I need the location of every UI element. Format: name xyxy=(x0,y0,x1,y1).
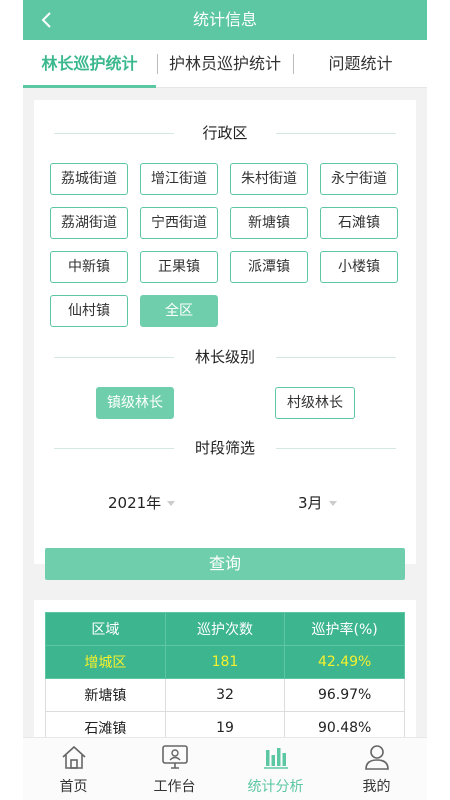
table-header-row: 区域 巡护次数 巡护率(%) xyxy=(45,612,405,646)
caret-down-icon xyxy=(167,501,176,506)
workbench-icon xyxy=(162,745,188,769)
table-cell: 181 xyxy=(164,645,286,679)
district-chip[interactable]: 朱村街道 xyxy=(230,163,308,195)
column-header: 巡护次数 xyxy=(164,612,286,646)
table-row-total: 增城区 181 42.49% xyxy=(45,645,405,679)
level-chip-town[interactable]: 镇级林长 xyxy=(96,387,174,419)
caret-down-icon xyxy=(328,501,337,506)
table-cell: 新塘镇 xyxy=(45,678,166,712)
district-chip[interactable]: 荔湖街道 xyxy=(50,207,128,239)
month-value: 3月 xyxy=(298,494,323,512)
period-section-title: 时段筛选 xyxy=(34,437,416,459)
table-row: 新塘镇 32 96.97% xyxy=(45,678,405,712)
top-header: 统计信息 xyxy=(23,0,427,40)
district-chip[interactable]: 正果镇 xyxy=(140,251,218,283)
level-section-title: 林长级别 xyxy=(34,346,416,368)
district-section-title: 行政区 xyxy=(34,122,416,144)
district-chip-all[interactable]: 全区 xyxy=(140,295,218,327)
nav-workbench[interactable]: 工作台 xyxy=(124,738,225,800)
bottom-nav: 首页 工作台 统计分析 我的 xyxy=(23,737,427,800)
district-chip[interactable]: 增江街道 xyxy=(140,163,218,195)
district-chip[interactable]: 荔城街道 xyxy=(50,163,128,195)
app-screen: 统计信息 林长巡护统计 护林员巡护统计 问题统计 行政区 荔城街道 增江街道 朱… xyxy=(23,0,427,800)
tab-leader-patrol[interactable]: 林长巡护统计 xyxy=(23,40,156,88)
tab-bar: 林长巡护统计 护林员巡护统计 问题统计 xyxy=(23,40,427,88)
table-cell: 42.49% xyxy=(284,645,405,679)
table-cell: 32 xyxy=(164,678,286,712)
district-chip[interactable]: 永宁街道 xyxy=(320,163,398,195)
column-header: 巡护率(%) xyxy=(284,612,405,646)
bar-chart-icon xyxy=(264,748,288,769)
district-chip[interactable]: 石滩镇 xyxy=(320,207,398,239)
district-chip[interactable]: 仙村镇 xyxy=(50,295,128,327)
tab-issue-stats[interactable]: 问题统计 xyxy=(294,40,427,88)
nav-analytics[interactable]: 统计分析 xyxy=(225,738,326,800)
district-chip[interactable]: 小楼镇 xyxy=(320,251,398,283)
district-chip[interactable]: 派潭镇 xyxy=(230,251,308,283)
district-chip[interactable]: 宁西街道 xyxy=(140,207,218,239)
district-chip[interactable]: 新塘镇 xyxy=(230,207,308,239)
nav-mine[interactable]: 我的 xyxy=(326,738,427,800)
nav-home[interactable]: 首页 xyxy=(23,738,124,800)
tab-ranger-patrol[interactable]: 护林员巡护统计 xyxy=(158,40,292,88)
level-chip-village[interactable]: 村级林长 xyxy=(275,387,355,419)
user-icon xyxy=(365,745,389,770)
page-title: 统计信息 xyxy=(192,10,257,29)
month-dropdown[interactable]: 3月 xyxy=(298,492,337,513)
home-icon xyxy=(62,745,86,769)
stats-table: 区域 巡护次数 巡护率(%) 增城区 181 42.49% 新塘镇 32 96.… xyxy=(45,612,405,745)
year-dropdown[interactable]: 2021年 xyxy=(108,492,176,513)
year-value: 2021年 xyxy=(108,494,162,512)
query-button[interactable]: 查询 xyxy=(45,548,405,580)
table-cell: 96.97% xyxy=(284,678,405,712)
filter-panel: 行政区 荔城街道 增江街道 朱村街道 永宁街道 荔湖街道 宁西街道 新塘镇 石滩… xyxy=(34,100,416,564)
district-chip[interactable]: 中新镇 xyxy=(50,251,128,283)
column-header: 区域 xyxy=(45,612,166,646)
table-cell: 增城区 xyxy=(45,645,166,679)
